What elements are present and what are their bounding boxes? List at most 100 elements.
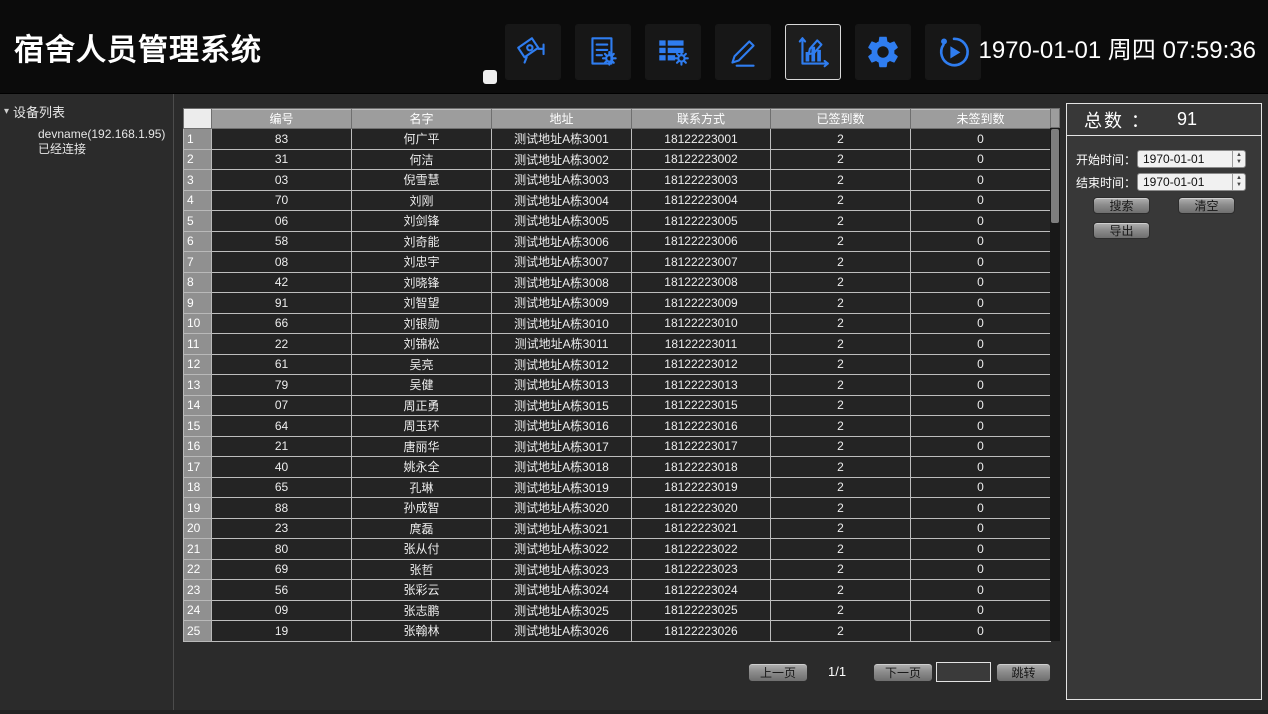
table-cell: 刘银勋	[352, 313, 492, 334]
table-row[interactable]: 1066刘银勋测试地址A栋30101812222301020	[184, 313, 1051, 334]
toolbar-button-records[interactable]	[645, 24, 701, 80]
spin-down-icon[interactable]: ▼	[1236, 160, 1242, 165]
table-cell: 23	[212, 518, 352, 539]
table-cell: 0	[911, 293, 1051, 314]
toolbar-button-camera[interactable]	[505, 24, 561, 80]
search-button[interactable]: 搜索	[1093, 197, 1150, 214]
spin-up-icon[interactable]: ▲	[1236, 176, 1242, 181]
drag-handle[interactable]	[483, 70, 497, 84]
table-row[interactable]: 1740姚永全测试地址A栋30181812222301820	[184, 457, 1051, 478]
table-row[interactable]: 2023庹磊测试地址A栋30211812222302120	[184, 518, 1051, 539]
next-page-button[interactable]: 下一页	[873, 663, 933, 682]
end-time-input[interactable]: 1970-01-01 ▲ ▼	[1137, 173, 1246, 191]
table-row[interactable]: 2269张哲测试地址A栋30231812222302320	[184, 559, 1051, 580]
row-number-cell: 3	[184, 170, 212, 191]
table-cell: 测试地址A栋3021	[492, 518, 632, 539]
table-cell: 0	[911, 621, 1051, 642]
table-cell: 2	[771, 375, 911, 396]
collapse-arrow-icon[interactable]: ▾	[4, 106, 9, 117]
column-header-address[interactable]: 地址	[492, 109, 632, 129]
table-cell: 测试地址A栋3017	[492, 436, 632, 457]
table-cell: 测试地址A栋3011	[492, 334, 632, 355]
toolbar-button-settings[interactable]	[855, 24, 911, 80]
main-toolbar	[505, 24, 981, 80]
table-cell: 2	[771, 354, 911, 375]
table-cell: 0	[911, 252, 1051, 273]
device-name: devname(192.168.1.95)	[38, 127, 173, 142]
table-row[interactable]: 1379吴健测试地址A栋30131812222301320	[184, 375, 1051, 396]
table-cell: 张翰林	[352, 621, 492, 642]
table-cell: 18122223009	[632, 293, 771, 314]
table-row[interactable]: 708刘忠宇测试地址A栋30071812222300720	[184, 252, 1051, 273]
table-row[interactable]: 2409张志鹏测试地址A栋30251812222302520	[184, 600, 1051, 621]
table-row[interactable]: 1122刘锦松测试地址A栋30111812222301120	[184, 334, 1051, 355]
export-button[interactable]: 导出	[1093, 222, 1150, 239]
table-cell: 80	[212, 539, 352, 560]
table-row[interactable]: 2519张翰林测试地址A栋30261812222302620	[184, 621, 1051, 642]
column-header-phone[interactable]: 联系方式	[632, 109, 771, 129]
column-header-signed[interactable]: 已签到数	[771, 109, 911, 129]
page-indicator: 1/1	[828, 664, 846, 679]
start-time-input[interactable]: 1970-01-01 ▲ ▼	[1137, 150, 1246, 168]
row-number-cell: 16	[184, 436, 212, 457]
device-tree-group[interactable]: ▾ 设备列表	[0, 94, 173, 121]
table-cell: 64	[212, 416, 352, 437]
row-number-cell: 22	[184, 559, 212, 580]
table-row[interactable]: 506刘剑锋测试地址A栋30051812222300520	[184, 211, 1051, 232]
jump-page-input[interactable]	[936, 662, 991, 682]
end-time-row: 结束时间： 1970-01-01 ▲ ▼	[1067, 173, 1263, 191]
toolbar-button-report[interactable]	[575, 24, 631, 80]
prev-page-button[interactable]: 上一页	[748, 663, 808, 682]
table-row[interactable]: 303倪雪慧测试地址A栋30031812222300320	[184, 170, 1051, 191]
row-number-cell: 18	[184, 477, 212, 498]
title-bar: 宿舍人员管理系统	[0, 0, 1268, 94]
table-cell: 测试地址A栋3016	[492, 416, 632, 437]
toolbar-button-statistics[interactable]	[785, 24, 841, 80]
column-header-unsigned[interactable]: 未签到数	[911, 109, 1051, 129]
row-number-cell: 12	[184, 354, 212, 375]
device-tree-item[interactable]: devname(192.168.1.95) 已经连接	[0, 121, 173, 157]
column-header-id[interactable]: 编号	[212, 109, 352, 129]
table-cell: 测试地址A栋3008	[492, 272, 632, 293]
table-row[interactable]: 658刘奇能测试地址A栋30061812222300620	[184, 231, 1051, 252]
table-row[interactable]: 1621唐丽华测试地址A栋30171812222301720	[184, 436, 1051, 457]
table-row[interactable]: 470刘刚测试地址A栋30041812222300420	[184, 190, 1051, 211]
table-row[interactable]: 2356张彩云测试地址A栋30241812222302420	[184, 580, 1051, 601]
table-cell: 06	[212, 211, 352, 232]
table-cell: 69	[212, 559, 352, 580]
table-cell: 测试地址A栋3022	[492, 539, 632, 560]
table-row[interactable]: 1261吴亮测试地址A栋30121812222301220	[184, 354, 1051, 375]
spin-up-icon[interactable]: ▲	[1236, 153, 1242, 158]
table-cell: 刘忠宇	[352, 252, 492, 273]
toolbar-button-edit[interactable]	[715, 24, 771, 80]
table-row[interactable]: 183何广平测试地址A栋30011812222300120	[184, 129, 1051, 150]
table-row[interactable]: 991刘智望测试地址A栋30091812222300920	[184, 293, 1051, 314]
table-scrollbar[interactable]	[1050, 108, 1060, 641]
column-header-name[interactable]: 名字	[352, 109, 492, 129]
table-cell: 2	[771, 498, 911, 519]
row-number-cell: 4	[184, 190, 212, 211]
table-row[interactable]: 1407周正勇测试地址A栋30151812222301520	[184, 395, 1051, 416]
table-cell: 18122223012	[632, 354, 771, 375]
table-cell: 08	[212, 252, 352, 273]
spin-down-icon[interactable]: ▼	[1236, 183, 1242, 188]
table-cell: 0	[911, 170, 1051, 191]
table-cell: 0	[911, 477, 1051, 498]
jump-button[interactable]: 跳转	[996, 663, 1051, 682]
table-row[interactable]: 842刘晓锋测试地址A栋30081812222300820	[184, 272, 1051, 293]
table-cell: 刘晓锋	[352, 272, 492, 293]
table-cell: 21	[212, 436, 352, 457]
table-row[interactable]: 1564周玉环测试地址A栋30161812222301620	[184, 416, 1051, 437]
toolbar-button-playback[interactable]	[925, 24, 981, 80]
table-row[interactable]: 231何洁测试地址A栋30021812222300220	[184, 149, 1051, 170]
table-cell: 2	[771, 190, 911, 211]
table-row[interactable]: 1988孙成智测试地址A栋30201812222302020	[184, 498, 1051, 519]
table-row[interactable]: 2180张从付测试地址A栋30221812222302220	[184, 539, 1051, 560]
table-row[interactable]: 1865孔琳测试地址A栋30191812222301920	[184, 477, 1051, 498]
clear-button[interactable]: 清空	[1178, 197, 1235, 214]
end-time-label: 结束时间：	[1067, 174, 1137, 191]
device-status: 已经连接	[38, 142, 173, 157]
row-number-cell: 1	[184, 129, 212, 150]
total-count-section: 总数 ： 91	[1067, 104, 1261, 136]
table-scrollbar-thumb[interactable]	[1051, 129, 1059, 223]
